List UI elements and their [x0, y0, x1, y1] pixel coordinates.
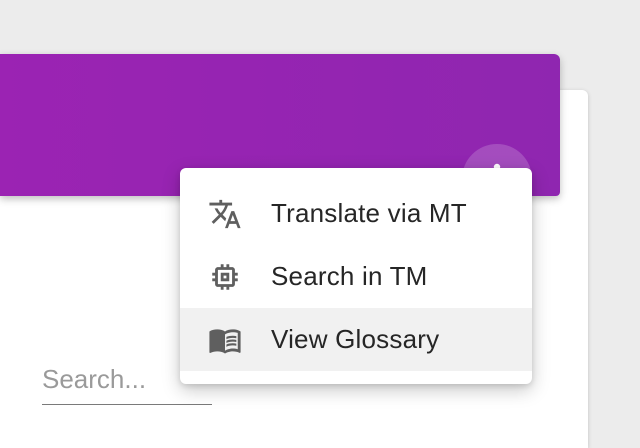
menu-item-search-in-tm[interactable]: Search in TM — [180, 245, 532, 308]
menu-item-label: Translate via MT — [271, 198, 467, 228]
menu-item-label: Search in TM — [271, 261, 428, 291]
translate-icon — [208, 197, 242, 231]
app-viewport: Translate via MT Search in TM View Gloss… — [0, 0, 640, 448]
book-open-icon — [208, 323, 242, 357]
options-menu: Translate via MT Search in TM View Gloss… — [180, 168, 532, 384]
menu-item-view-glossary[interactable]: View Glossary — [180, 308, 532, 371]
menu-item-label: View Glossary — [271, 324, 440, 354]
menu-item-translate-via-mt[interactable]: Translate via MT — [180, 182, 532, 245]
memory-chip-icon — [208, 260, 242, 294]
search-underline — [42, 404, 212, 405]
